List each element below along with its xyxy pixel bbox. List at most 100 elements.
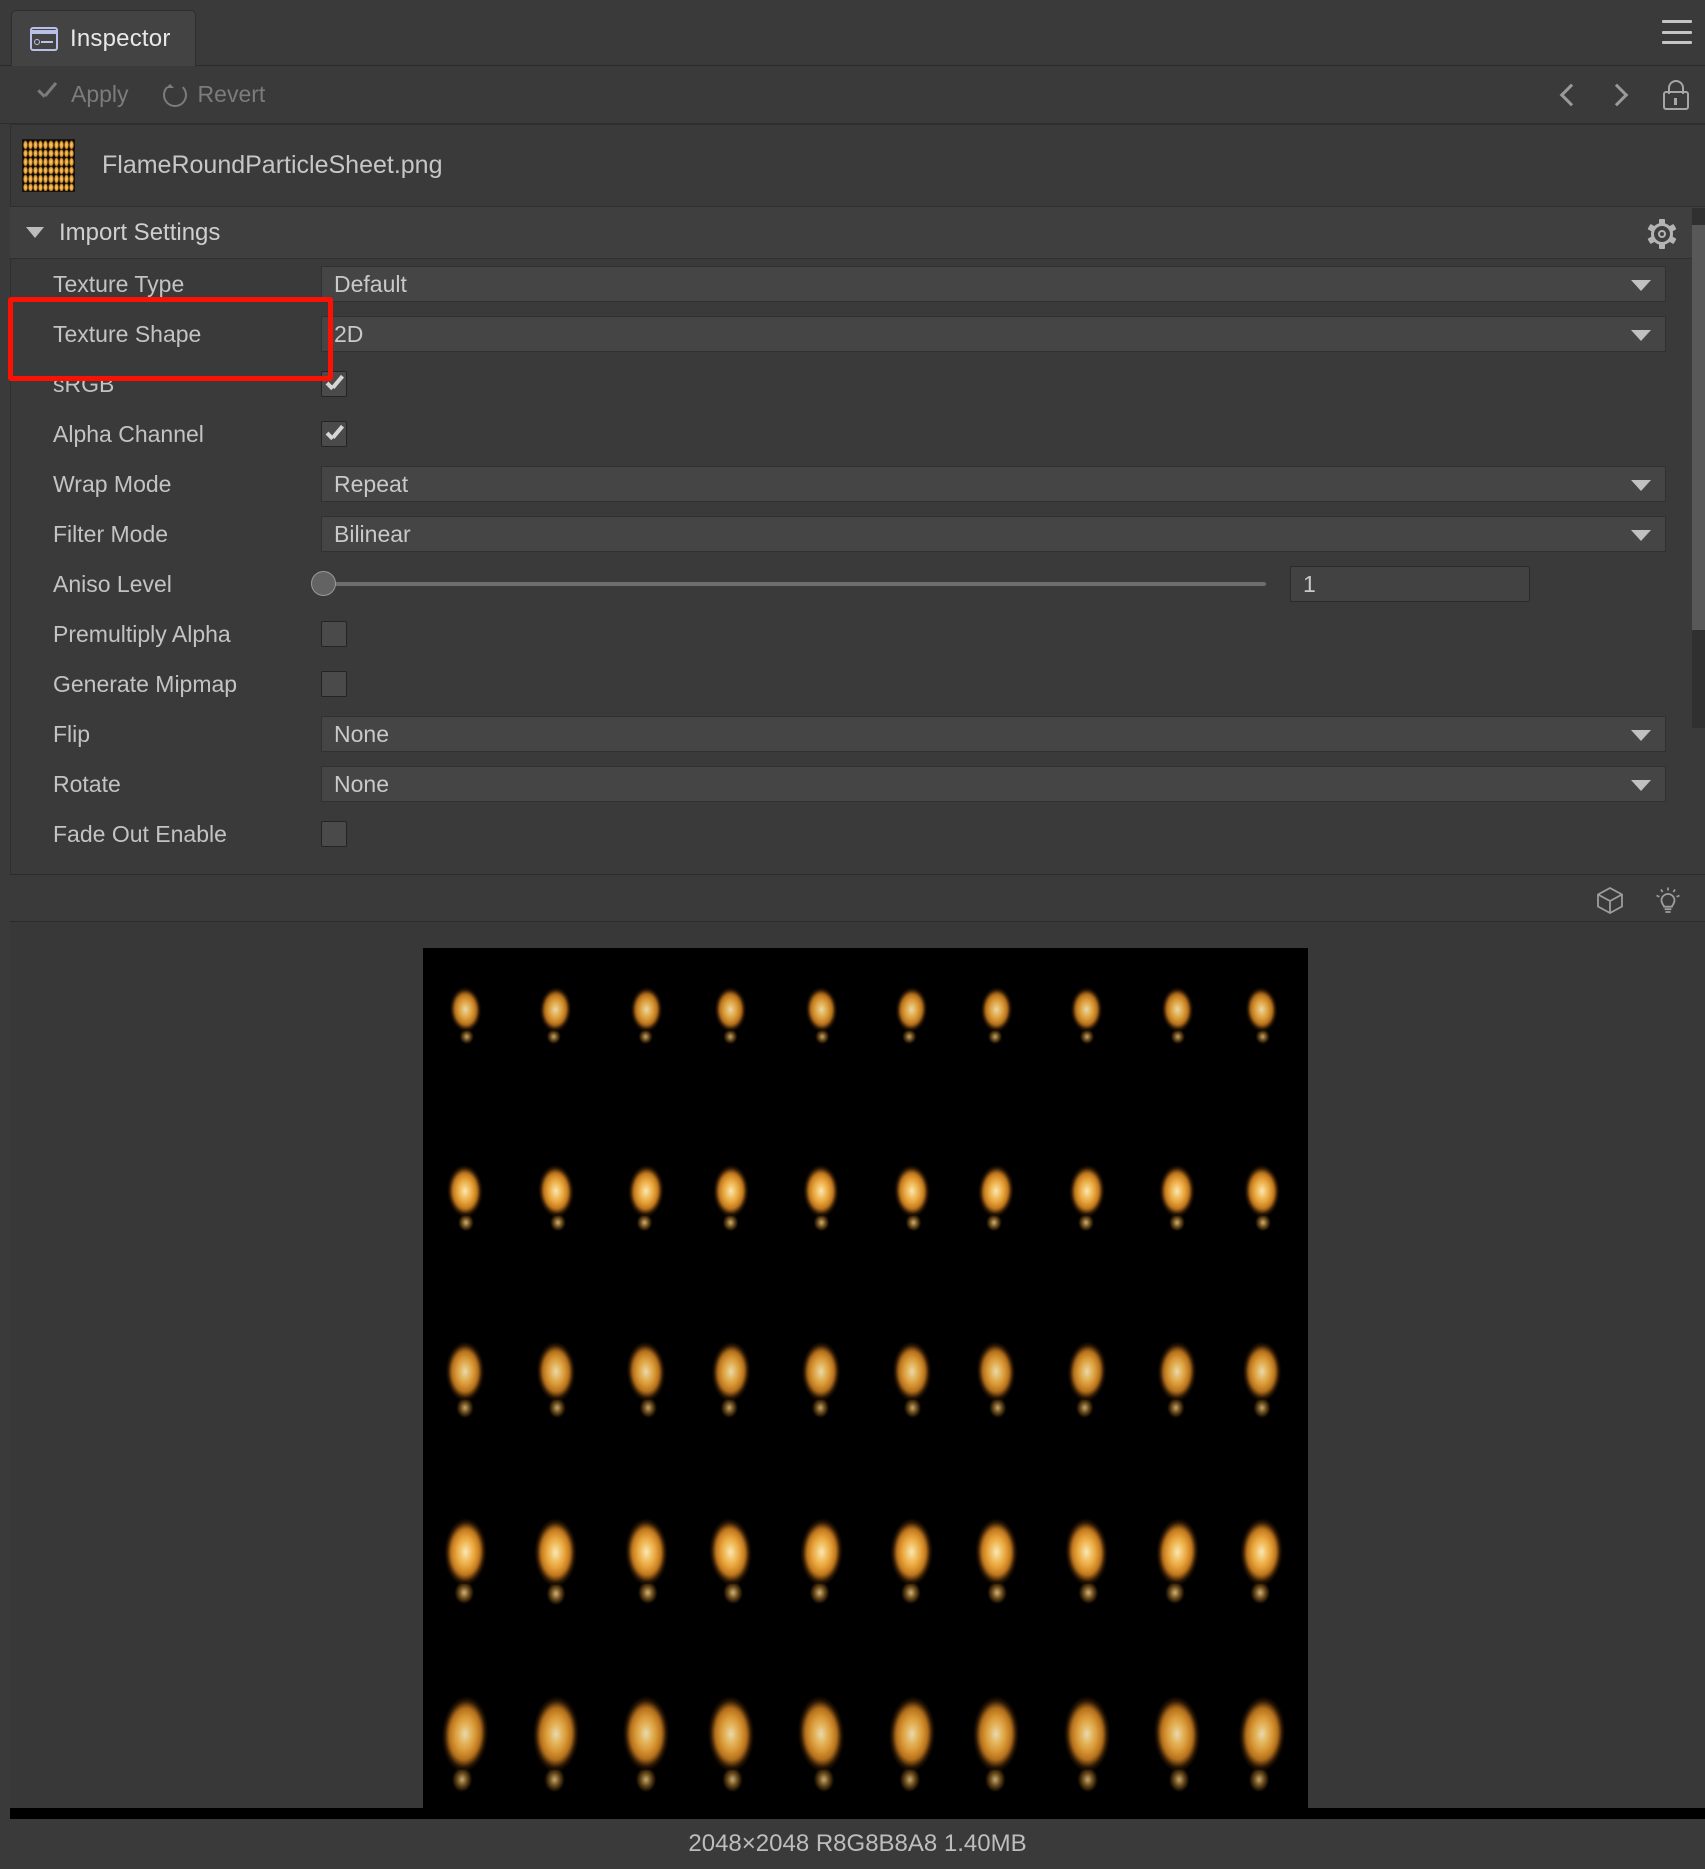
property-label-filter-mode: Filter Mode — [11, 521, 321, 548]
checkmark-icon — [34, 82, 60, 108]
sprite-frame — [704, 1335, 758, 1409]
lock-icon[interactable] — [1663, 80, 1689, 110]
sprite-frame — [440, 1336, 490, 1407]
checkbox-generate-mipmap[interactable] — [321, 671, 347, 697]
sprite-frame — [1147, 1511, 1207, 1595]
sprite-frame — [443, 982, 487, 1037]
chevron-right-icon[interactable] — [1606, 84, 1629, 107]
checkbox-srgb[interactable] — [321, 371, 347, 397]
inspector-icon — [30, 27, 58, 51]
sprite-frame — [616, 1689, 676, 1779]
number-input-aniso-level[interactable]: 1 — [1290, 566, 1530, 602]
preview-toolbar — [10, 874, 1705, 922]
revert-button[interactable]: Revert — [163, 81, 266, 108]
property-label-generate-mipmap: Generate Mipmap — [11, 671, 321, 698]
sprite-frame — [432, 1687, 498, 1780]
chevron-left-icon[interactable] — [1560, 84, 1583, 107]
sprite-frame — [1154, 1160, 1200, 1222]
slider-handle-aniso-level[interactable] — [311, 571, 336, 596]
dropdown-rotate[interactable]: None — [321, 766, 1666, 802]
property-label-alpha-channel: Alpha Channel — [11, 421, 321, 448]
sprite-frame — [699, 1688, 762, 1779]
property-row-rotate: RotateNone — [11, 759, 1705, 809]
sprite-sheet-preview — [423, 948, 1308, 1830]
texture-info-label: 2048×2048 R8G8B8A8 1.40MB — [688, 1830, 1026, 1858]
sprite-frame — [528, 1512, 583, 1592]
dropdown-value-flip: None — [322, 721, 389, 748]
property-label-rotate: Rotate — [11, 771, 321, 798]
dropdown-value-texture-shape: 2D — [322, 321, 363, 348]
property-label-premultiply-alpha: Premultiply Alpha — [11, 621, 321, 648]
import-settings-properties: Texture TypeDefaultTexture Shape2DsRGBAl… — [10, 259, 1705, 874]
dropdown-wrap-mode[interactable]: Repeat — [321, 466, 1666, 502]
sprite-frame — [1056, 1688, 1118, 1779]
sprite-frame — [969, 1335, 1023, 1409]
apply-button[interactable]: Apply — [34, 81, 129, 108]
sprite-frame — [534, 982, 577, 1037]
lightbulb-icon[interactable] — [1651, 883, 1685, 917]
tab-inspector[interactable]: Inspector — [11, 10, 196, 66]
property-row-fade-out-enable: Fade Out Enable — [11, 809, 1705, 859]
revert-button-label: Revert — [198, 81, 266, 108]
sprite-frame — [886, 1336, 938, 1408]
sprite-frame — [625, 983, 667, 1037]
sprite-frame — [529, 1335, 582, 1408]
hamburger-menu-icon[interactable] — [1662, 20, 1692, 44]
property-row-texture-type: Texture TypeDefault — [11, 259, 1705, 309]
sprite-frame — [701, 1511, 761, 1595]
checkbox-alpha-channel[interactable] — [321, 421, 347, 447]
dropdown-flip[interactable]: None — [321, 716, 1666, 752]
sprite-frame — [798, 1159, 845, 1222]
navigation-controls — [1563, 66, 1689, 124]
chevron-down-icon — [1631, 280, 1651, 291]
sprite-frame — [1237, 1336, 1287, 1407]
property-row-texture-shape: Texture Shape2D — [11, 309, 1705, 359]
settings-scrollbar-thumb[interactable] — [1692, 225, 1705, 630]
sprite-frame — [1240, 982, 1284, 1037]
dropdown-value-rotate: None — [322, 771, 389, 798]
property-row-wrap-mode: Wrap ModeRepeat — [11, 459, 1705, 509]
texture-thumbnail — [22, 139, 75, 192]
checkbox-premultiply-alpha[interactable] — [321, 621, 347, 647]
chevron-down-icon — [1631, 730, 1651, 741]
dropdown-texture-shape[interactable]: 2D — [321, 316, 1666, 352]
dropdown-value-texture-type: Default — [322, 271, 407, 298]
sprite-frame — [531, 1158, 580, 1223]
sprite-frame — [880, 1688, 944, 1780]
checkbox-fade-out-enable[interactable] — [321, 821, 347, 847]
triangle-down-icon[interactable] — [26, 227, 44, 238]
asset-header: FlameRoundParticleSheet.png — [10, 124, 1705, 207]
property-label-flip: Flip — [11, 721, 321, 748]
apply-revert-toolbar: Apply Revert — [0, 66, 1705, 124]
sprite-frame — [975, 983, 1017, 1037]
property-label-srgb: sRGB — [11, 371, 321, 398]
property-row-srgb: sRGB — [11, 359, 1705, 409]
property-label-wrap-mode: Wrap Mode — [11, 471, 321, 498]
slider-track-aniso-level[interactable] — [321, 582, 1266, 586]
texture-status-bar: 2048×2048 R8G8B8A8 1.40MB — [10, 1819, 1705, 1869]
sprite-frame — [965, 1688, 1027, 1779]
sprite-frame — [622, 1159, 670, 1223]
sprite-frame — [707, 1159, 754, 1222]
cube-icon[interactable] — [1595, 885, 1625, 915]
dropdown-value-filter-mode: Bilinear — [322, 521, 411, 548]
chevron-down-icon — [1631, 530, 1651, 541]
property-label-texture-type: Texture Type — [11, 271, 321, 298]
sprite-frame — [710, 983, 752, 1037]
dropdown-value-wrap-mode: Repeat — [322, 471, 408, 498]
sprite-frame — [436, 1512, 494, 1594]
gear-icon[interactable] — [1647, 219, 1677, 249]
dropdown-texture-type[interactable]: Default — [321, 266, 1666, 302]
import-settings-title: Import Settings — [59, 219, 220, 247]
sprite-frame — [617, 1512, 675, 1594]
import-settings-header[interactable]: Import Settings — [10, 207, 1705, 259]
property-label-fade-out-enable: Fade Out Enable — [11, 821, 321, 848]
property-row-generate-mipmap: Generate Mipmap — [11, 659, 1705, 709]
tab-inspector-label: Inspector — [70, 25, 171, 53]
chevron-down-icon — [1631, 780, 1651, 791]
apply-button-label: Apply — [71, 81, 129, 108]
sprite-frame — [890, 982, 934, 1037]
dropdown-filter-mode[interactable]: Bilinear — [321, 516, 1666, 552]
property-row-filter-mode: Filter ModeBilinear — [11, 509, 1705, 559]
sprite-frame — [1151, 1335, 1204, 1408]
